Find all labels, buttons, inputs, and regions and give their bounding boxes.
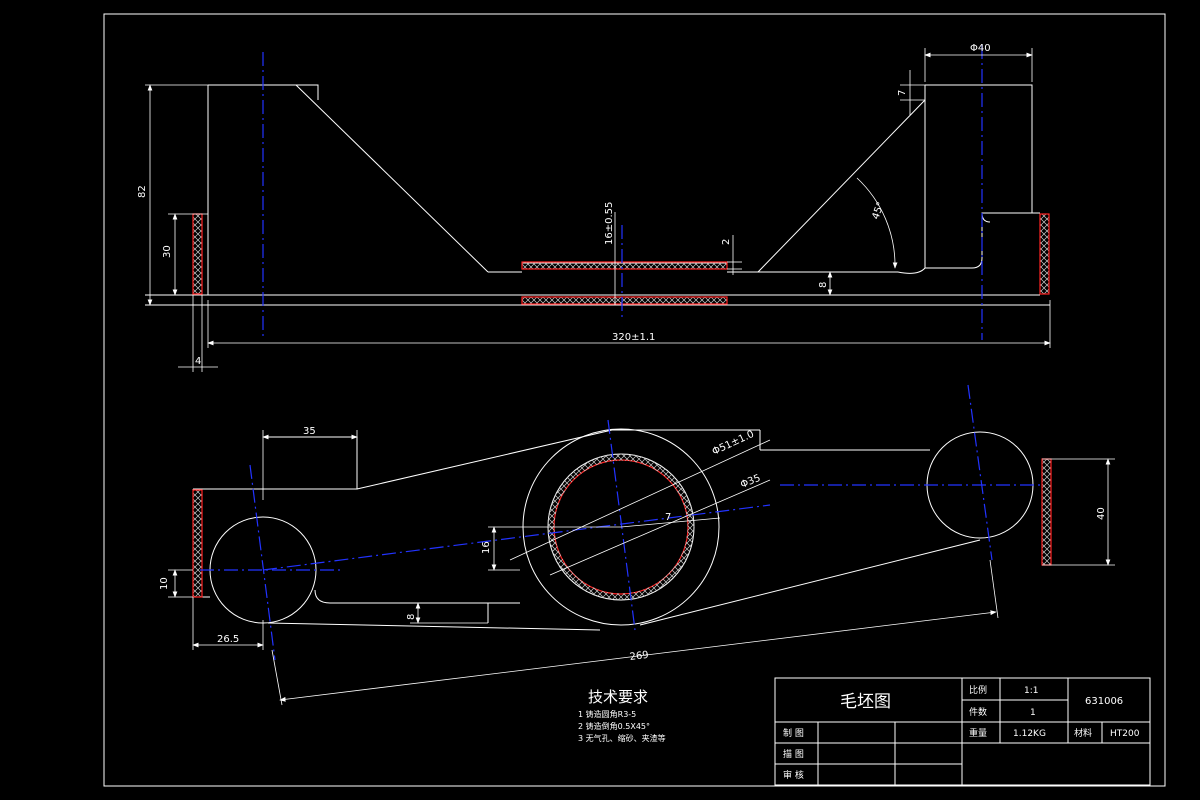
tech-item-2: 2 铸造倒角0.5X45°	[578, 721, 650, 731]
tb-check-label: 描 图	[783, 748, 804, 760]
tb-drawn-label: 制 图	[783, 727, 804, 739]
dim-7: 7	[897, 90, 908, 96]
tb-qty-label: 件数	[969, 706, 987, 718]
dim-30: 30	[162, 245, 173, 258]
tb-weight-label: 重量	[969, 727, 987, 739]
dim-10: 10	[159, 577, 170, 590]
dim-angle7: 7	[665, 512, 671, 523]
dim-269: 269	[629, 650, 649, 663]
dim-phi51: Φ51±1.0	[711, 429, 756, 458]
dim-16b: 16	[481, 541, 492, 554]
dim-4: 4	[195, 356, 201, 367]
tb-qty-value: 1	[1030, 708, 1036, 718]
tb-scale-value: 1:1	[1024, 686, 1038, 696]
dim-2: 2	[721, 239, 732, 245]
title-block: 毛坯图 比例 1:1 件数 1 631006 重量 1.12KG 材料 HT20…	[774, 677, 1151, 786]
tb-scale-label: 比例	[969, 684, 987, 696]
dim-40: 40	[1096, 507, 1107, 520]
tb-material-value: HT200	[1110, 729, 1140, 739]
tb-name: 毛坯图	[840, 692, 891, 712]
front-view: Φ40 7 82 30 16±0.55 2 8 45° 320±1.1 4	[137, 43, 1051, 372]
tech-item-1: 1 铸造圆角R3-5	[578, 709, 636, 719]
dim-320: 320±1.1	[612, 332, 655, 343]
dim-16: 16±0.55	[604, 202, 615, 245]
tech-requirements: 技术要求 1 铸造圆角R3-5 2 铸造倒角0.5X45° 3 无气孔、缩砂、夹…	[578, 688, 666, 743]
tech-heading: 技术要求	[588, 688, 648, 706]
dim-d40: Φ40	[970, 43, 991, 54]
dim-26-5: 26.5	[217, 634, 239, 645]
dim-35: 35	[303, 426, 316, 437]
tb-material-label: 材料	[1074, 727, 1092, 739]
dim-8b: 8	[406, 614, 417, 620]
tech-item-3: 3 无气孔、缩砂、夹渣等	[578, 733, 666, 743]
tb-weight-value: 1.12KG	[1013, 729, 1046, 739]
tb-code: 631006	[1085, 696, 1123, 707]
dim-45deg: 45°	[870, 201, 886, 221]
top-view: Φ51±1.0 Φ35 7 35 16 10 8 26.5 269 40	[159, 384, 1115, 706]
cad-drawing: Φ40 7 82 30 16±0.55 2 8 45° 320±1.1 4 Φ5…	[103, 13, 1166, 787]
dim-82: 82	[137, 185, 148, 198]
tb-review-label: 审 核	[783, 769, 804, 781]
dim-8: 8	[818, 282, 829, 288]
